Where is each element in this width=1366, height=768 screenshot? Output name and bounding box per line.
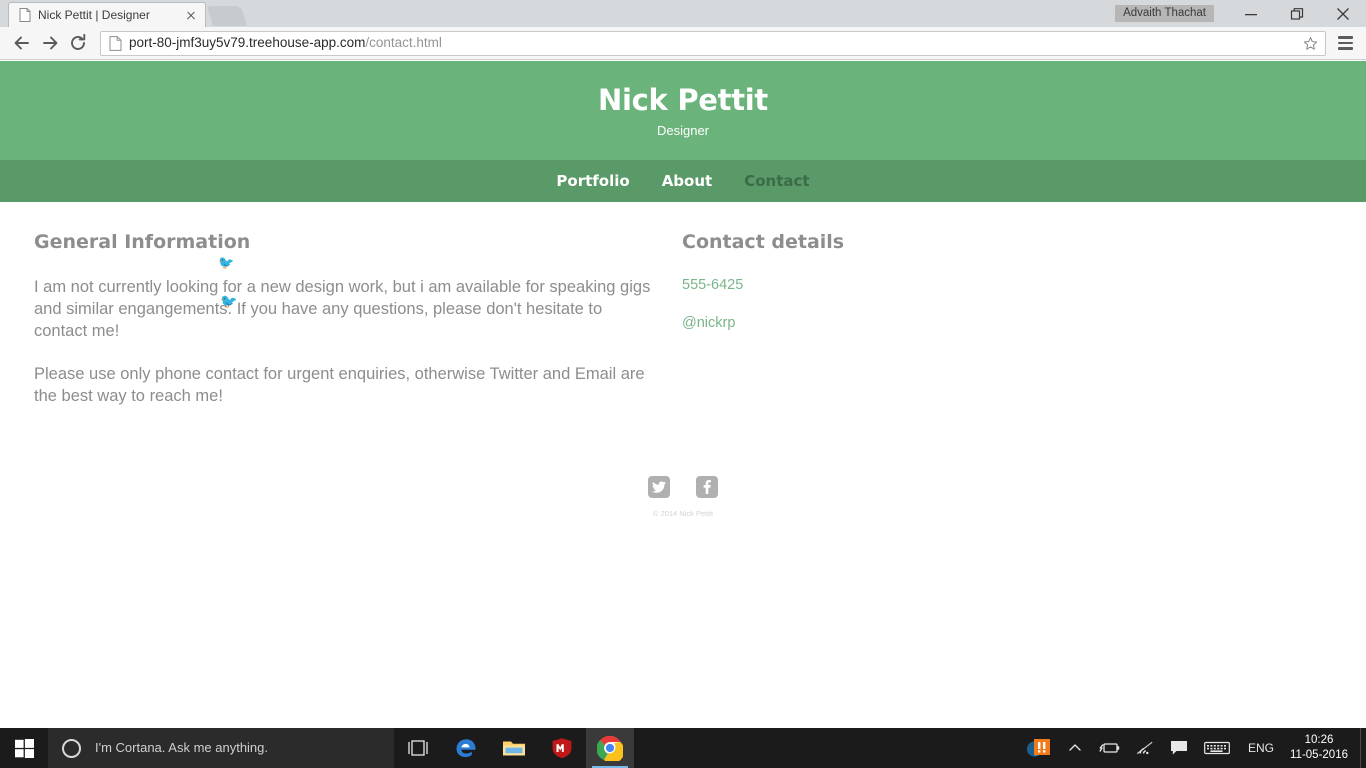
cortana-search-box[interactable]: I'm Cortana. Ask me anything.: [48, 728, 394, 768]
wifi-icon[interactable]: [1128, 728, 1162, 768]
forward-button[interactable]: [36, 29, 64, 57]
contact-details-heading: Contact details: [682, 231, 845, 253]
contact-twitter-link[interactable]: @nickrp: [682, 314, 1082, 332]
taskbar-apps: [394, 728, 634, 768]
close-button[interactable]: [1320, 0, 1366, 27]
chrome-browser-window: Nick Pettit | Designer Advaith Thachat p…: [0, 0, 1366, 728]
site-name: Nick Pettit: [598, 83, 768, 117]
general-paragraph-2: Please use only phone contact for urgent…: [34, 365, 645, 405]
battery-icon[interactable]: [1090, 728, 1128, 768]
tab-close-icon[interactable]: [183, 7, 199, 23]
mcafee-icon[interactable]: [538, 728, 586, 768]
browser-toolbar: port-80-jmf3uy5v79.treehouse-app.com/con…: [0, 27, 1366, 60]
minimize-button[interactable]: [1228, 0, 1274, 27]
tab-title: Nick Pettit | Designer: [38, 8, 150, 22]
general-paragraph-1: I am not currently looking for a new des…: [34, 278, 651, 340]
general-information-heading: General Information: [34, 231, 251, 253]
show-hidden-icons-icon[interactable]: [1060, 728, 1090, 768]
keyboard-icon[interactable]: [1196, 728, 1238, 768]
windows-start-icon[interactable]: [0, 728, 48, 768]
user-profile-badge[interactable]: Advaith Thachat: [1115, 5, 1214, 22]
task-view-icon[interactable]: [394, 728, 442, 768]
input-language-indicator[interactable]: ENG: [1238, 741, 1284, 755]
star-icon[interactable]: [1301, 34, 1319, 52]
twitter-glyph-artifact-1: 🐦: [218, 255, 235, 270]
general-information-column: General Information I am not currently l…: [34, 230, 682, 428]
twitter-icon[interactable]: [648, 476, 670, 498]
page-viewport: Nick Pettit Designer Portfolio About Con…: [0, 61, 1366, 728]
clock-time: 10:26: [1304, 734, 1334, 746]
alert-icon[interactable]: [1018, 728, 1060, 768]
file-explorer-icon[interactable]: [490, 728, 538, 768]
page-icon: [19, 8, 31, 22]
system-tray: ENG 10:26 11-05-2016: [1018, 728, 1366, 768]
facebook-icon[interactable]: [696, 476, 718, 498]
site-tagline: Designer: [656, 123, 710, 138]
new-tab-button[interactable]: [207, 6, 247, 26]
cortana-placeholder: I'm Cortana. Ask me anything.: [95, 740, 269, 755]
nav-item-contact[interactable]: Contact: [744, 172, 809, 190]
back-button[interactable]: [8, 29, 36, 57]
copyright-text: © 2014 Nick Pettit: [652, 509, 714, 518]
browser-tab[interactable]: Nick Pettit | Designer: [8, 2, 206, 27]
contact-details-column: Contact details 555-6425 @nickrp: [682, 230, 1082, 428]
nav-item-about[interactable]: About: [662, 172, 713, 190]
show-desktop-button[interactable]: [1360, 728, 1366, 768]
nav-item-portfolio[interactable]: Portfolio: [556, 172, 629, 190]
taskbar-clock[interactable]: 10:26 11-05-2016: [1284, 728, 1360, 768]
social-links: [0, 476, 1366, 498]
address-bar[interactable]: port-80-jmf3uy5v79.treehouse-app.com/con…: [100, 30, 1326, 56]
clock-date: 11-05-2016: [1290, 749, 1348, 761]
url-text[interactable]: port-80-jmf3uy5v79.treehouse-app.com/con…: [129, 35, 1301, 51]
url-host: port-80-jmf3uy5v79.treehouse-app.com: [129, 35, 366, 50]
site-navigation: Portfolio About Contact: [0, 160, 1366, 202]
reload-button[interactable]: [64, 29, 92, 57]
microsoft-edge-icon[interactable]: [442, 728, 490, 768]
page-info-icon[interactable]: [109, 35, 122, 51]
windows-taskbar: I'm Cortana. Ask me anything. ENG 10:26 …: [0, 728, 1366, 768]
contact-phone-link[interactable]: 555-6425: [682, 276, 1082, 294]
hamburger-menu-icon[interactable]: [1332, 30, 1358, 56]
url-path: /contact.html: [365, 35, 442, 50]
window-caption-controls: Advaith Thachat: [1115, 0, 1366, 27]
action-center-icon[interactable]: [1162, 728, 1196, 768]
page-content: General Information I am not currently l…: [0, 202, 1366, 428]
cortana-icon: [62, 738, 81, 758]
google-chrome-icon[interactable]: [586, 728, 634, 768]
restore-button[interactable]: [1274, 0, 1320, 27]
site-footer: © 2014 Nick Pettit: [0, 476, 1366, 519]
site-header: Nick Pettit Designer: [0, 61, 1366, 160]
